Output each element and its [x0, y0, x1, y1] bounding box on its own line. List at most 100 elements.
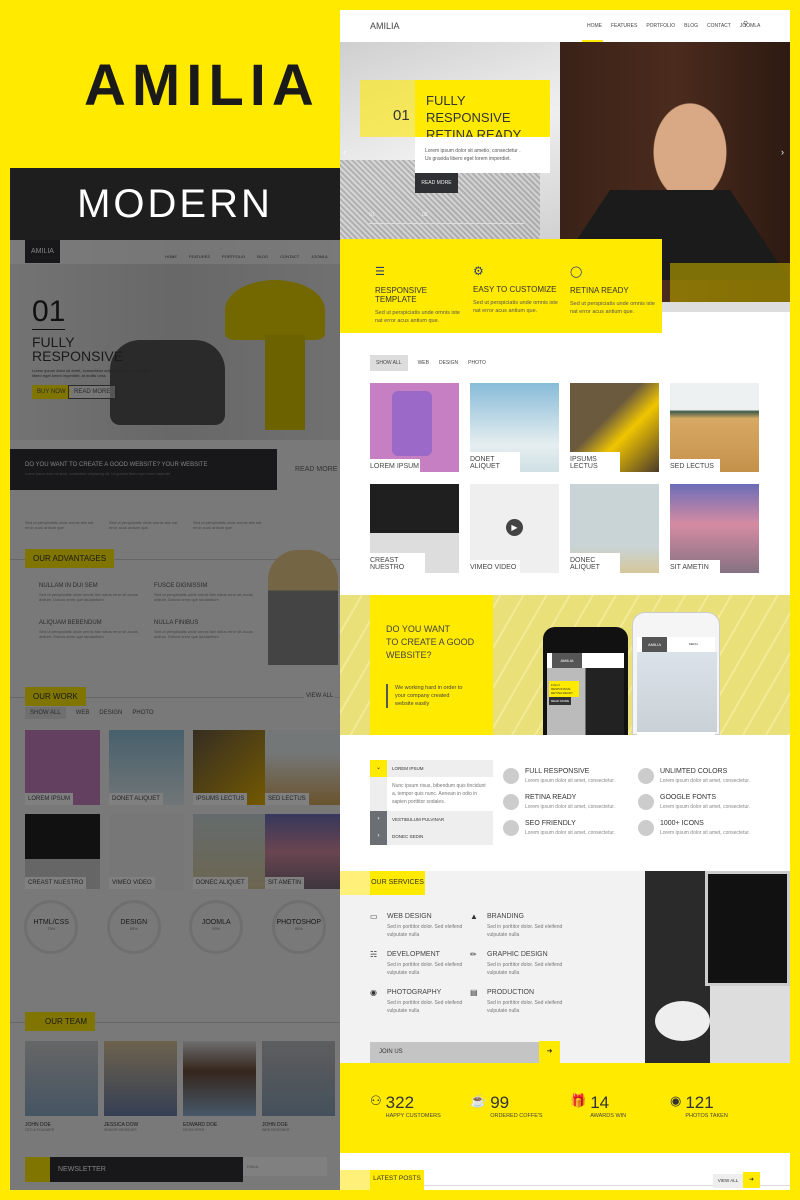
pencils-icon: ✏	[470, 950, 477, 959]
stats: ⚇ 322 HAPPY CUSTOMERS ☕ 99 ORDERED COFFE'S 🎁…	[370, 1093, 770, 1119]
portfolio-tile[interactable]: CREAST NUESTRO	[25, 814, 100, 889]
buy-now-button[interactable]: BUY NOW	[32, 385, 71, 399]
hero-title-2: RESPONSIVE	[32, 348, 124, 364]
service-item: ☵ DEVELOPMENT Sed in porttitor dolor. Sed …	[370, 950, 463, 976]
skill-circle: JOOMLA 95%	[189, 900, 244, 954]
chevron-right-icon: ›	[370, 828, 387, 845]
hero-title-1: FULLY RESPONSIVE	[426, 93, 511, 125]
portfolio-tile[interactable]: SIT AMETIN	[265, 814, 340, 889]
work-view-all[interactable]: VIEW ALL	[304, 692, 336, 700]
advantage-item: FUSCE DIGNISSIM Sed ut perspiciatis unde …	[154, 583, 253, 602]
nav-item[interactable]: HOME	[165, 254, 177, 259]
highlight-item: GOOGLE FONTS Lorem ipsum dolor sit amet, …	[638, 794, 773, 810]
services-tag: OUR SERVICES	[370, 871, 425, 895]
portfolio-filters: SHOW ALL WEB DESIGN PHOTO	[370, 355, 486, 371]
slide-progress	[369, 223, 524, 224]
portfolio-item[interactable]: LOREM IPSUM	[370, 383, 459, 472]
portfolio-item[interactable]: ▶ VIMEO VIDEO	[470, 484, 559, 573]
feature-item: ◯ RETINA READY Sed ut perspiciatis unde om…	[570, 266, 655, 315]
feature-text: Sed ut perspiciatis unde omnis iste nat …	[109, 520, 178, 530]
nav-portfolio[interactable]: PORTFOLIO	[646, 23, 675, 29]
read-more-button[interactable]: READ MORE	[68, 385, 117, 399]
nav-item[interactable]: JOOMLA	[311, 254, 327, 259]
arrow-right-icon[interactable]: ➜	[539, 1041, 560, 1063]
nav-home[interactable]: HOME	[587, 23, 602, 29]
portfolio-tile[interactable]: LOREM IPSUM	[25, 730, 100, 805]
feature-item: ⚙ EASY TO CUSTOMIZE Sed ut perspiciatis un…	[473, 264, 558, 314]
nav-item[interactable]: CONTACT	[280, 254, 299, 259]
filter-photo[interactable]: PHOTO	[468, 360, 486, 366]
portfolio-tile[interactable]: DONEC ALIQUET	[193, 814, 268, 889]
portfolio-item[interactable]: CREAST NUESTRO	[370, 484, 459, 573]
portfolio-tile[interactable]: DONET ALIQUET	[109, 730, 184, 805]
highlight-item: 1000+ ICONS Lorem ipsum dolor sit amet, c…	[638, 820, 773, 836]
portfolio-tile[interactable]: IPSUMS LECTUS	[193, 730, 268, 805]
woman-image	[265, 335, 305, 430]
portfolio-item[interactable]: DONEC ALIQUET	[570, 484, 659, 573]
stat-item: 🎁 14 AWARDS WIN	[570, 1093, 627, 1119]
site-logo[interactable]: AMILIA	[370, 21, 400, 31]
portfolio-tile[interactable]: VIMEO VIDEO	[109, 814, 184, 889]
car-image	[110, 340, 225, 425]
nav-item[interactable]: BLOG	[257, 254, 268, 259]
gear-icon: ⚙	[473, 264, 484, 278]
users-icon: ⚇	[370, 1093, 382, 1108]
work-tag: OUR WORK	[25, 687, 86, 706]
highlight-item: SEO FRIENDLY Lorem ipsum dolor sit amet, …	[503, 820, 638, 836]
stat-item: ⚇ 322 HAPPY CUSTOMERS	[370, 1093, 441, 1119]
newsletter-input[interactable]: EMAIL	[243, 1157, 327, 1176]
filter-design[interactable]: DESIGN	[99, 707, 122, 719]
portfolio-item[interactable]: DONET ALIQUET	[470, 383, 559, 472]
advantages-woman-image	[268, 550, 338, 665]
service-item: ▭ WEB DESIGN Sed in porttitor dolor. Sed e…	[370, 912, 463, 938]
accordion-item-open[interactable]: ⌄ LOREM IPSUM	[370, 760, 493, 777]
skills: HTML/CSS 75% DESIGN 85% JOOMLA 95% PHOTOSHO…	[10, 900, 340, 954]
slide-indicator-2[interactable]: 02	[422, 212, 428, 218]
accordion-item[interactable]: › VESTIBULUM PULVINAR	[370, 811, 493, 828]
portfolio-item[interactable]: IPSUMS LECTUS	[570, 383, 659, 472]
hero-read-more-button[interactable]: READ MORE	[415, 173, 458, 193]
slide-indicator-1[interactable]: 01	[369, 212, 375, 218]
newsletter-title: NEWSLETTER	[50, 1157, 243, 1182]
nav-item[interactable]: PORTFOLIO	[222, 254, 245, 259]
filter-show-all[interactable]: SHOW ALL	[25, 707, 66, 719]
filter-design[interactable]: DESIGN	[439, 360, 458, 366]
search-icon[interactable]: ⚲	[743, 20, 748, 28]
hero-prev-arrow-icon[interactable]: ‹	[343, 147, 346, 157]
accordion-item[interactable]: › DONEC SEDIN	[370, 828, 493, 845]
filter-web[interactable]: WEB	[418, 360, 429, 366]
cta-bar: DO YOU WANT TO CREATE A GOOD WEBSITE? YO…	[10, 449, 277, 490]
portfolio-item[interactable]: SED LECTUS	[670, 383, 759, 472]
site-preview: AMILIA HOME FEATURES PORTFOLIO BLOG CONT…	[340, 10, 790, 1190]
nav-features[interactable]: FEATURES	[611, 23, 637, 29]
portfolio-tile[interactable]: SED LECTUS	[265, 730, 340, 805]
portfolio-item[interactable]: SIT AMETIN	[670, 484, 759, 573]
hero-next-arrow-icon[interactable]: ›	[781, 147, 784, 157]
cta-read-more[interactable]: READ MORE	[295, 466, 337, 473]
latest-view-all[interactable]: VIEW ALL	[713, 1174, 743, 1188]
filter-web[interactable]: WEB	[76, 707, 90, 719]
skill-circle: HTML/CSS 75%	[24, 900, 79, 954]
latest-posts-tag: LATEST POSTS	[370, 1170, 424, 1190]
promo-quote: We working hard in order to your company…	[386, 684, 466, 708]
join-us-button[interactable]: JOIN US	[370, 1042, 539, 1063]
filter-photo[interactable]: PHOTO	[132, 707, 153, 719]
feature-item: ☰ RESPONSIVE TEMPLATE Sed ut perspiciatis …	[375, 266, 460, 324]
advantage-item: NULLA FINIBUS Sed ut perspiciatis unde om…	[154, 620, 253, 639]
filter-show-all[interactable]: SHOW ALL	[370, 355, 408, 371]
arrow-right-icon[interactable]: ➜	[743, 1172, 760, 1188]
service-item: ▲ BRANDING Sed in porttitor dolor. Sed ele…	[470, 912, 563, 938]
team-member: JESSICA DOW SENIOR DESIGNER	[104, 1041, 177, 1132]
nav-item[interactable]: FEATURES	[189, 254, 210, 259]
highlight-item: UNLIMTED COLORS Lorem ipsum dolor sit ame…	[638, 768, 773, 784]
skill-circle: PHOTOSHOP 80%	[271, 900, 326, 954]
hero-number: 01	[393, 107, 410, 124]
nav-contact[interactable]: CONTACT	[707, 23, 731, 29]
accordion-content: Nunc ipsum risus, bibendum quis tincidun…	[387, 777, 493, 811]
gift-icon: 🎁	[570, 1093, 587, 1108]
nav-blog[interactable]: BLOG	[684, 23, 698, 29]
laptop-photo	[645, 871, 790, 1063]
camera-icon: ◉	[670, 1093, 682, 1108]
preview-nav: HOME FEATURES PORTFOLIO BLOG CONTACT JOO…	[165, 254, 328, 259]
services-list: ▭ WEB DESIGN Sed in porttitor dolor. Sed e…	[370, 912, 570, 1015]
